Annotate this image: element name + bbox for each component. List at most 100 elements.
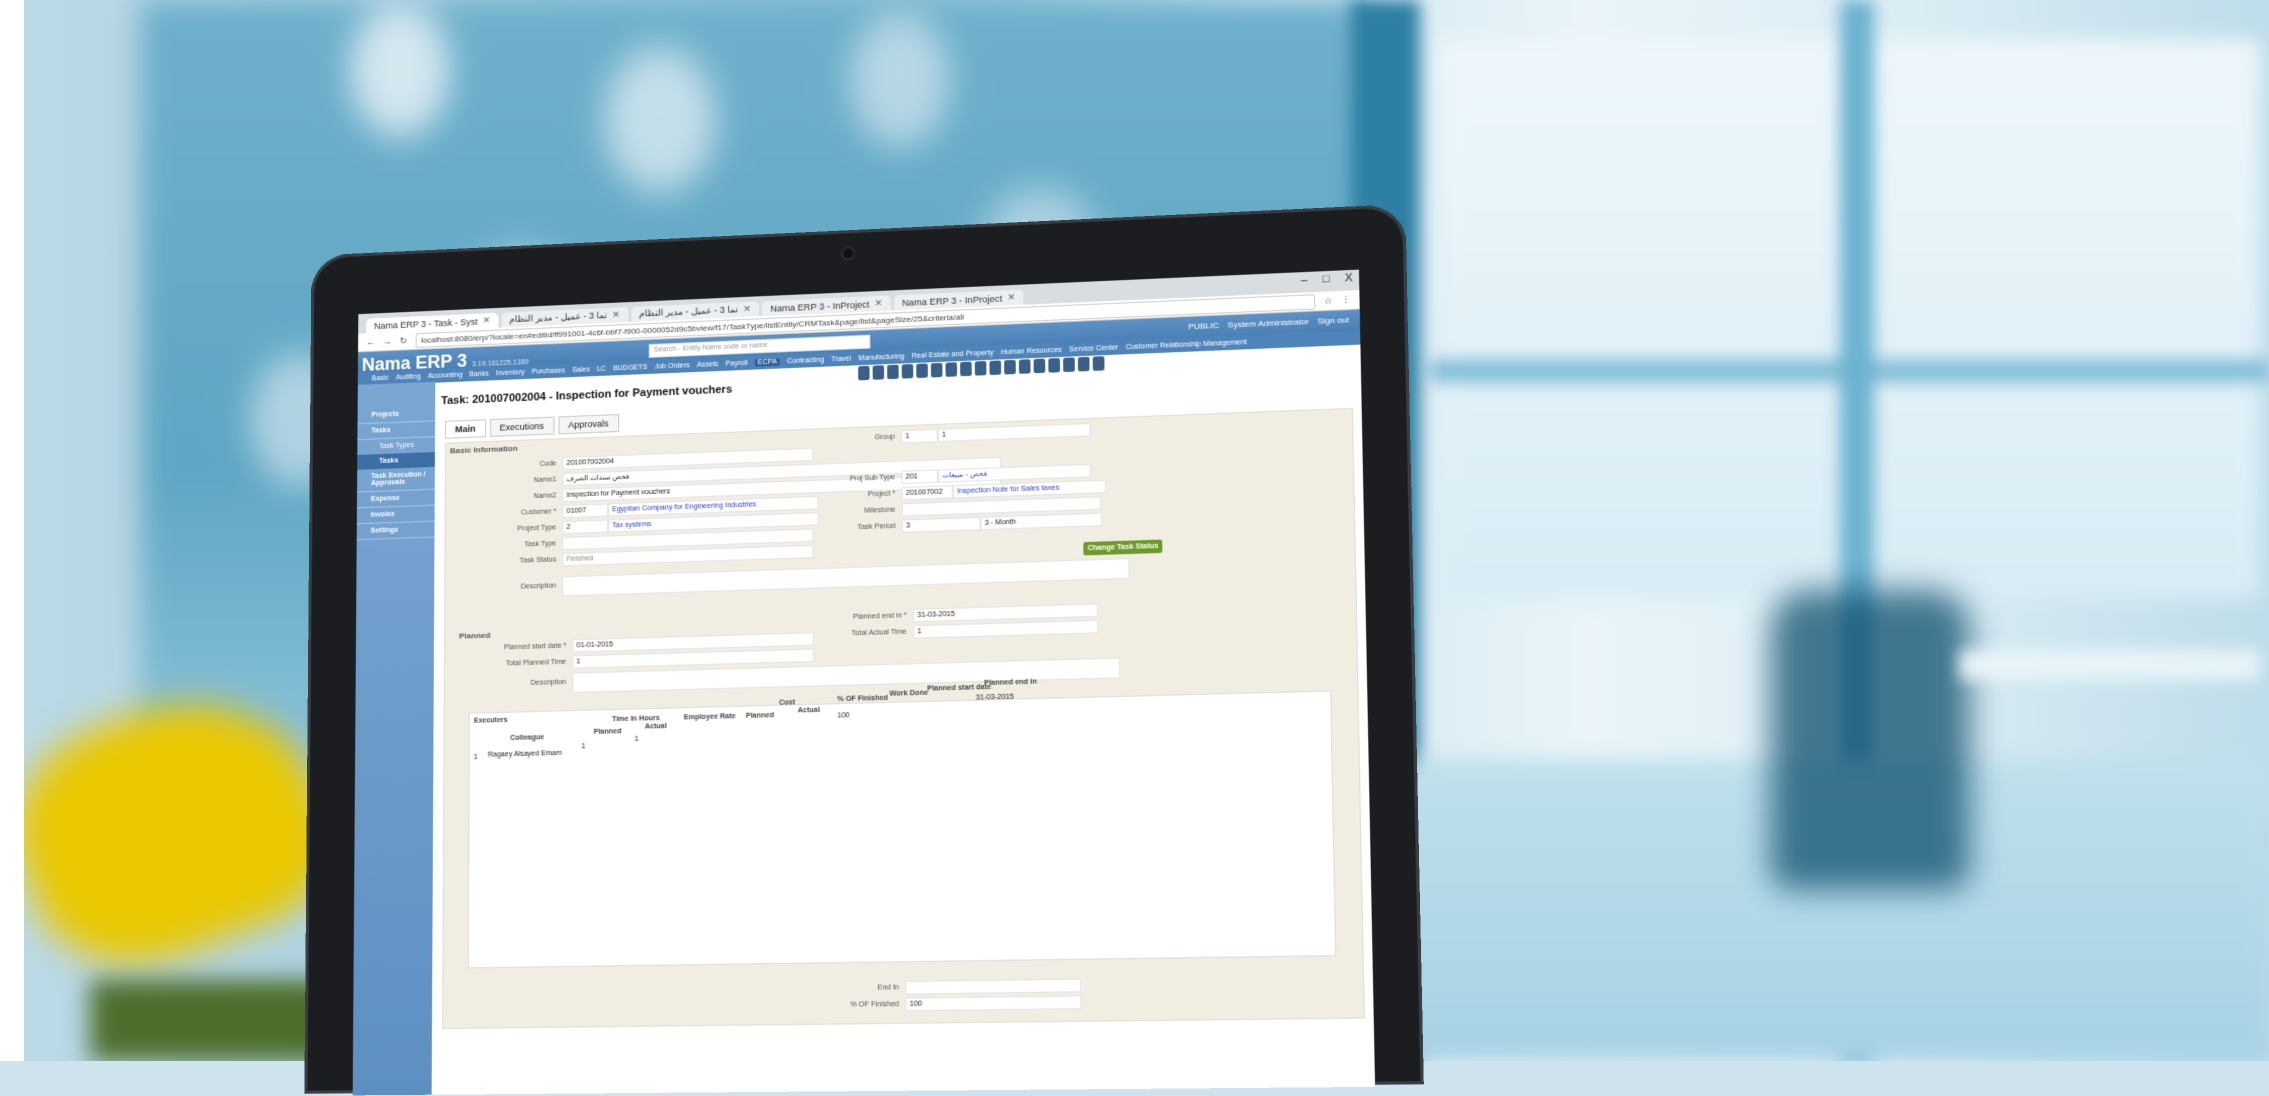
col-pct-finished: % OF Finished — [837, 695, 888, 704]
laptop-screen: Nama ERP 3 - Task - Syst ✕ نما 3 - عميل -… — [353, 270, 1375, 1096]
approve-icon[interactable] — [960, 362, 972, 377]
menu-item[interactable]: Contracting — [787, 356, 824, 365]
form-tabs: Main Executions Approvals — [445, 414, 619, 439]
menu-item[interactable]: Payroll — [726, 359, 748, 367]
maximize-button[interactable]: □ — [1322, 273, 1329, 286]
pct-finished-cell[interactable]: 100 — [837, 712, 849, 719]
description-label: Description — [445, 582, 562, 593]
edit-icon[interactable] — [916, 363, 928, 378]
sidebar: Projects Tasks Task Types Tasks Task Exe… — [353, 382, 436, 1096]
code-label: Code — [446, 460, 563, 471]
menu-item[interactable]: Job Orders — [655, 362, 690, 370]
menu-item[interactable]: Purchases — [532, 367, 565, 375]
menu-item[interactable]: BUDGETS — [613, 363, 647, 371]
menu-item[interactable]: Basic — [372, 374, 389, 382]
help-icon[interactable] — [1078, 357, 1090, 372]
project-label: Project * — [823, 490, 902, 500]
close-icon[interactable]: ✕ — [1007, 292, 1015, 303]
copy-icon[interactable] — [902, 364, 914, 379]
signout-link[interactable]: Sign out — [1317, 315, 1349, 326]
project-type-code-field[interactable]: 2 — [562, 520, 608, 535]
menu-item[interactable]: Accounting — [428, 371, 463, 379]
back-icon[interactable]: ← — [366, 337, 375, 347]
sidebar-item-task-execution[interactable]: Task Execution / Approvals — [357, 467, 435, 493]
col-cost: Cost — [779, 699, 795, 707]
col-cost-planned: Planned — [746, 712, 774, 720]
col-colleague: Colleague — [510, 734, 544, 742]
add-icon[interactable] — [858, 366, 869, 381]
close-icon[interactable]: ✕ — [743, 304, 751, 315]
attach-icon[interactable] — [931, 363, 943, 378]
tab-main[interactable]: Main — [445, 419, 486, 438]
window-controls: – □ X — [1301, 272, 1353, 287]
planned-hours-cell[interactable]: 1 — [581, 743, 585, 750]
print-icon[interactable] — [945, 362, 957, 377]
tab-approvals[interactable]: Approvals — [558, 414, 619, 434]
group-code-field[interactable]: 1 — [901, 429, 938, 444]
previous-icon[interactable] — [1019, 359, 1031, 374]
colleague-cell[interactable]: Ragaey Alsayed Emam — [488, 750, 562, 759]
menu-item[interactable]: LC — [597, 365, 606, 372]
star-icon[interactable]: ☆ — [1324, 295, 1333, 307]
planned-description-label: Description — [445, 679, 573, 690]
webcam — [843, 248, 853, 258]
planned-end-field[interactable]: 31-03-2015 — [913, 603, 1098, 622]
planned-end-cell[interactable]: 31-03-2015 — [976, 694, 1014, 702]
forward-icon[interactable]: → — [383, 336, 392, 346]
next-icon[interactable] — [1034, 359, 1046, 374]
close-icon[interactable]: ✕ — [612, 309, 620, 320]
save-icon[interactable] — [873, 365, 885, 380]
planned-end-label: Planned end in * — [823, 612, 913, 622]
end-in-field[interactable] — [905, 979, 1081, 995]
col-planned-end: Planned end in — [984, 678, 1037, 687]
menu-item[interactable]: Banks — [469, 370, 489, 378]
executers-title: Executers — [474, 717, 508, 725]
menu-item[interactable]: Manufacturing — [858, 353, 904, 362]
menu-item[interactable]: Assets — [697, 361, 718, 369]
report-icon[interactable] — [975, 361, 987, 376]
task-period-field[interactable]: 3 — [902, 517, 981, 533]
menu-item[interactable]: Travel — [831, 355, 851, 363]
menu-item[interactable]: Inventory — [496, 369, 525, 377]
user-name[interactable]: System Administrator — [1227, 317, 1308, 330]
first-icon[interactable] — [1004, 360, 1016, 375]
menu-item[interactable]: ECPA — [755, 358, 780, 366]
close-icon[interactable]: ✕ — [874, 298, 882, 309]
col-planned-start: Planned start date — [927, 684, 991, 693]
menu-item[interactable]: Human Resources — [1001, 346, 1062, 356]
project-type-label: Project Type — [446, 524, 563, 535]
tab-label: Nama ERP 3 - InProject — [902, 293, 1002, 307]
minimize-button[interactable]: – — [1301, 274, 1308, 287]
save-new-icon[interactable] — [887, 365, 899, 380]
menu-icon[interactable]: ⋮ — [1341, 294, 1351, 306]
end-in-row: End In — [836, 979, 1082, 996]
menu-item[interactable]: Real Estate and Property — [912, 349, 994, 359]
milestone-label: Milestone — [823, 506, 902, 516]
task-period-label: Task Period — [823, 523, 902, 533]
delete-icon[interactable] — [1063, 357, 1075, 372]
col-work-done: Work Done — [889, 690, 928, 698]
name2-label: Name2 — [446, 492, 563, 503]
change-task-status-button[interactable]: Change Task Status — [1083, 540, 1163, 556]
menu-item[interactable]: Auditing — [396, 373, 421, 381]
tab-executions[interactable]: Executions — [490, 417, 554, 437]
actual-hours-cell[interactable]: 1 — [635, 736, 639, 743]
last-icon[interactable] — [1048, 358, 1060, 373]
menu-item[interactable]: Service Center — [1069, 344, 1118, 353]
search-icon[interactable] — [989, 360, 1001, 375]
reload-icon[interactable]: ↻ — [400, 335, 408, 346]
close-icon[interactable]: ✕ — [483, 315, 491, 326]
close-button[interactable]: X — [1345, 272, 1353, 285]
group-label: Group — [822, 433, 901, 443]
pct-finished-field[interactable]: 100 — [905, 995, 1081, 1011]
tab-label: Nama ERP 3 - Task - Syst — [374, 316, 478, 330]
project-code-field[interactable]: 201007002 — [902, 485, 953, 500]
customer-code-field[interactable]: 01007 — [562, 503, 608, 518]
public-label[interactable]: PUBLIC — [1188, 321, 1219, 331]
total-planned-label: Total Planned Time — [445, 659, 572, 670]
menu-item[interactable]: Sales — [572, 366, 590, 374]
proj-subtype-code-field[interactable]: 201 — [901, 469, 938, 484]
home-icon[interactable] — [1093, 356, 1105, 371]
sidebar-item-settings[interactable]: Settings — [357, 522, 435, 541]
task-period-unit-select[interactable]: 3 - Month — [980, 513, 1102, 530]
